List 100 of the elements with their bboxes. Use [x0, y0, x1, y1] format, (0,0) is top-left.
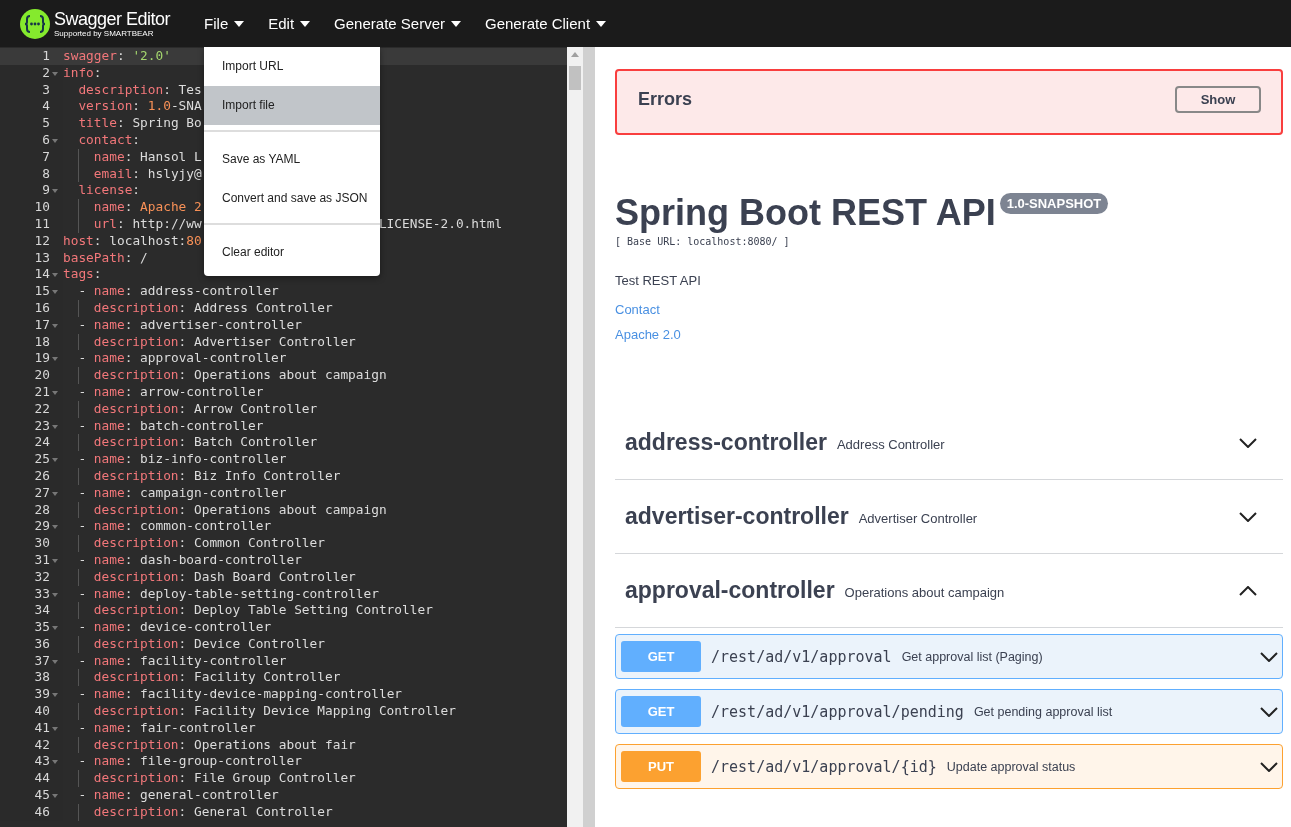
operation-summary: Get approval list (Paging): [901, 649, 1043, 664]
tag-description: Operations about campaign: [844, 585, 1005, 600]
yaml-colon: :: [124, 283, 133, 299]
yaml-key: description: [93, 568, 179, 584]
menu-item[interactable]: Import file: [204, 86, 380, 125]
code-editor[interactable]: [0, 47, 567, 827]
line-number: 9: [42, 182, 50, 200]
fold-icon[interactable]: [52, 659, 58, 664]
yaml-key: name: [93, 551, 125, 567]
yaml-colon: :: [178, 467, 187, 483]
method-badge: GET: [621, 641, 701, 672]
yaml-key: description: [93, 736, 179, 752]
show-button[interactable]: Show: [1175, 86, 1261, 113]
yaml-key: name: [93, 383, 125, 399]
fold-icon[interactable]: [52, 794, 58, 799]
fold-icon[interactable]: [52, 626, 58, 631]
yaml-colon: :: [124, 518, 133, 534]
scroll-up-icon[interactable]: [571, 52, 579, 57]
operation-row[interactable]: GET /rest/ad/v1/approval Get approval list (Paging): [615, 634, 1283, 679]
yaml-key: version: [78, 98, 133, 114]
menu-item[interactable]: Clear editor: [204, 233, 380, 272]
yaml-value: Facility Controller: [194, 669, 341, 685]
yaml-key: name: [93, 199, 125, 215]
yaml-value: fair-controller: [140, 719, 256, 735]
yaml-key: description: [78, 81, 164, 97]
yaml-colon: :: [124, 585, 133, 601]
tag-description: Address Controller: [836, 437, 945, 452]
menu-item[interactable]: Import URL: [204, 47, 380, 86]
fold-icon[interactable]: [52, 273, 58, 278]
yaml-colon: :: [178, 434, 187, 450]
fold-icon[interactable]: [52, 491, 58, 496]
list-dash: -: [78, 585, 87, 601]
yaml-value: File Group Controller: [194, 770, 356, 786]
menu-button[interactable]: File: [192, 0, 257, 47]
menu-item[interactable]: Save as YAML: [204, 140, 380, 179]
list-dash: -: [78, 753, 87, 769]
line-number: 28: [34, 501, 50, 519]
yaml-colon: :: [132, 182, 141, 198]
yaml-value: General Controller: [194, 803, 333, 819]
fold-icon[interactable]: [52, 390, 58, 395]
fold-icon[interactable]: [52, 290, 58, 295]
fold-icon[interactable]: [52, 693, 58, 698]
operation-row[interactable]: GET /rest/ad/v1/approval/pending Get pending approval list: [615, 689, 1283, 734]
fold-icon[interactable]: [52, 189, 58, 194]
tag-header[interactable]: advertiser-controller Advertiser Controller: [615, 480, 1283, 554]
tag-header[interactable]: address-controller Address Controller: [615, 406, 1283, 480]
menu-button[interactable]: Edit: [256, 0, 323, 47]
list-dash: -: [78, 551, 87, 567]
yaml-colon: :: [124, 451, 133, 467]
yaml-value: Biz Info Controller: [194, 467, 341, 483]
yaml-colon: :: [124, 417, 133, 433]
yaml-colon: :: [93, 266, 102, 282]
yaml-key: host: [63, 232, 94, 248]
menu-item[interactable]: Convert and save as JSON: [204, 179, 380, 218]
yaml-value: Common Controller: [194, 535, 325, 551]
fold-icon[interactable]: [52, 323, 58, 328]
yaml-colon: :: [178, 568, 187, 584]
scrollbar[interactable]: [567, 47, 583, 827]
tag-header[interactable]: approval-controller Operations about campaign: [615, 554, 1283, 628]
line-number: 34: [34, 602, 50, 620]
fold-icon[interactable]: [52, 726, 58, 731]
fold-icon[interactable]: [52, 458, 58, 463]
yaml-key: basePath: [63, 249, 125, 265]
yaml-colon: :: [116, 215, 125, 231]
list-dash: -: [78, 484, 87, 500]
line-number: 35: [34, 619, 50, 636]
yaml-colon: :: [124, 652, 133, 668]
fold-icon[interactable]: [52, 525, 58, 530]
yaml-colon: :: [124, 350, 133, 366]
operation-summary: Update approval status: [946, 759, 1076, 774]
menu-button[interactable]: Generate Server: [322, 0, 473, 47]
method-badge: GET: [621, 696, 701, 727]
yaml-colon: :: [124, 383, 133, 399]
yaml-colon: :: [124, 686, 133, 702]
chevron-icon: [1239, 511, 1257, 522]
fold-icon[interactable]: [52, 760, 58, 765]
fold-icon[interactable]: [52, 592, 58, 597]
yaml-colon: :: [178, 635, 187, 651]
errors-title: Errors: [638, 89, 693, 110]
yaml-value: Facility Device Mapping Controller: [194, 703, 456, 719]
line-number: 2: [42, 64, 50, 82]
fold-icon[interactable]: [52, 357, 58, 362]
yaml-key: description: [93, 602, 179, 618]
menu-button[interactable]: Generate Client: [473, 0, 619, 47]
yaml-value: facility-device-mapping-controller: [140, 686, 403, 702]
yaml-value: common-controller: [140, 518, 272, 534]
yaml-key: description: [93, 703, 179, 719]
yaml-colon: :: [124, 619, 133, 635]
operation-path: /rest/ad/v1/approval: [711, 647, 892, 666]
fold-icon[interactable]: [52, 424, 58, 429]
scroll-thumb[interactable]: [569, 66, 581, 90]
fold-icon[interactable]: [52, 139, 58, 143]
yaml-key: name: [93, 787, 125, 803]
line-number: 42: [34, 736, 50, 754]
yaml-colon: :: [178, 400, 187, 416]
line-number: 16: [34, 299, 50, 317]
fold-icon[interactable]: [52, 558, 58, 563]
yaml-value: arrow-controller: [140, 383, 264, 399]
fold-icon[interactable]: [52, 71, 58, 76]
api-title: Spring Boot REST API: [615, 191, 996, 235]
